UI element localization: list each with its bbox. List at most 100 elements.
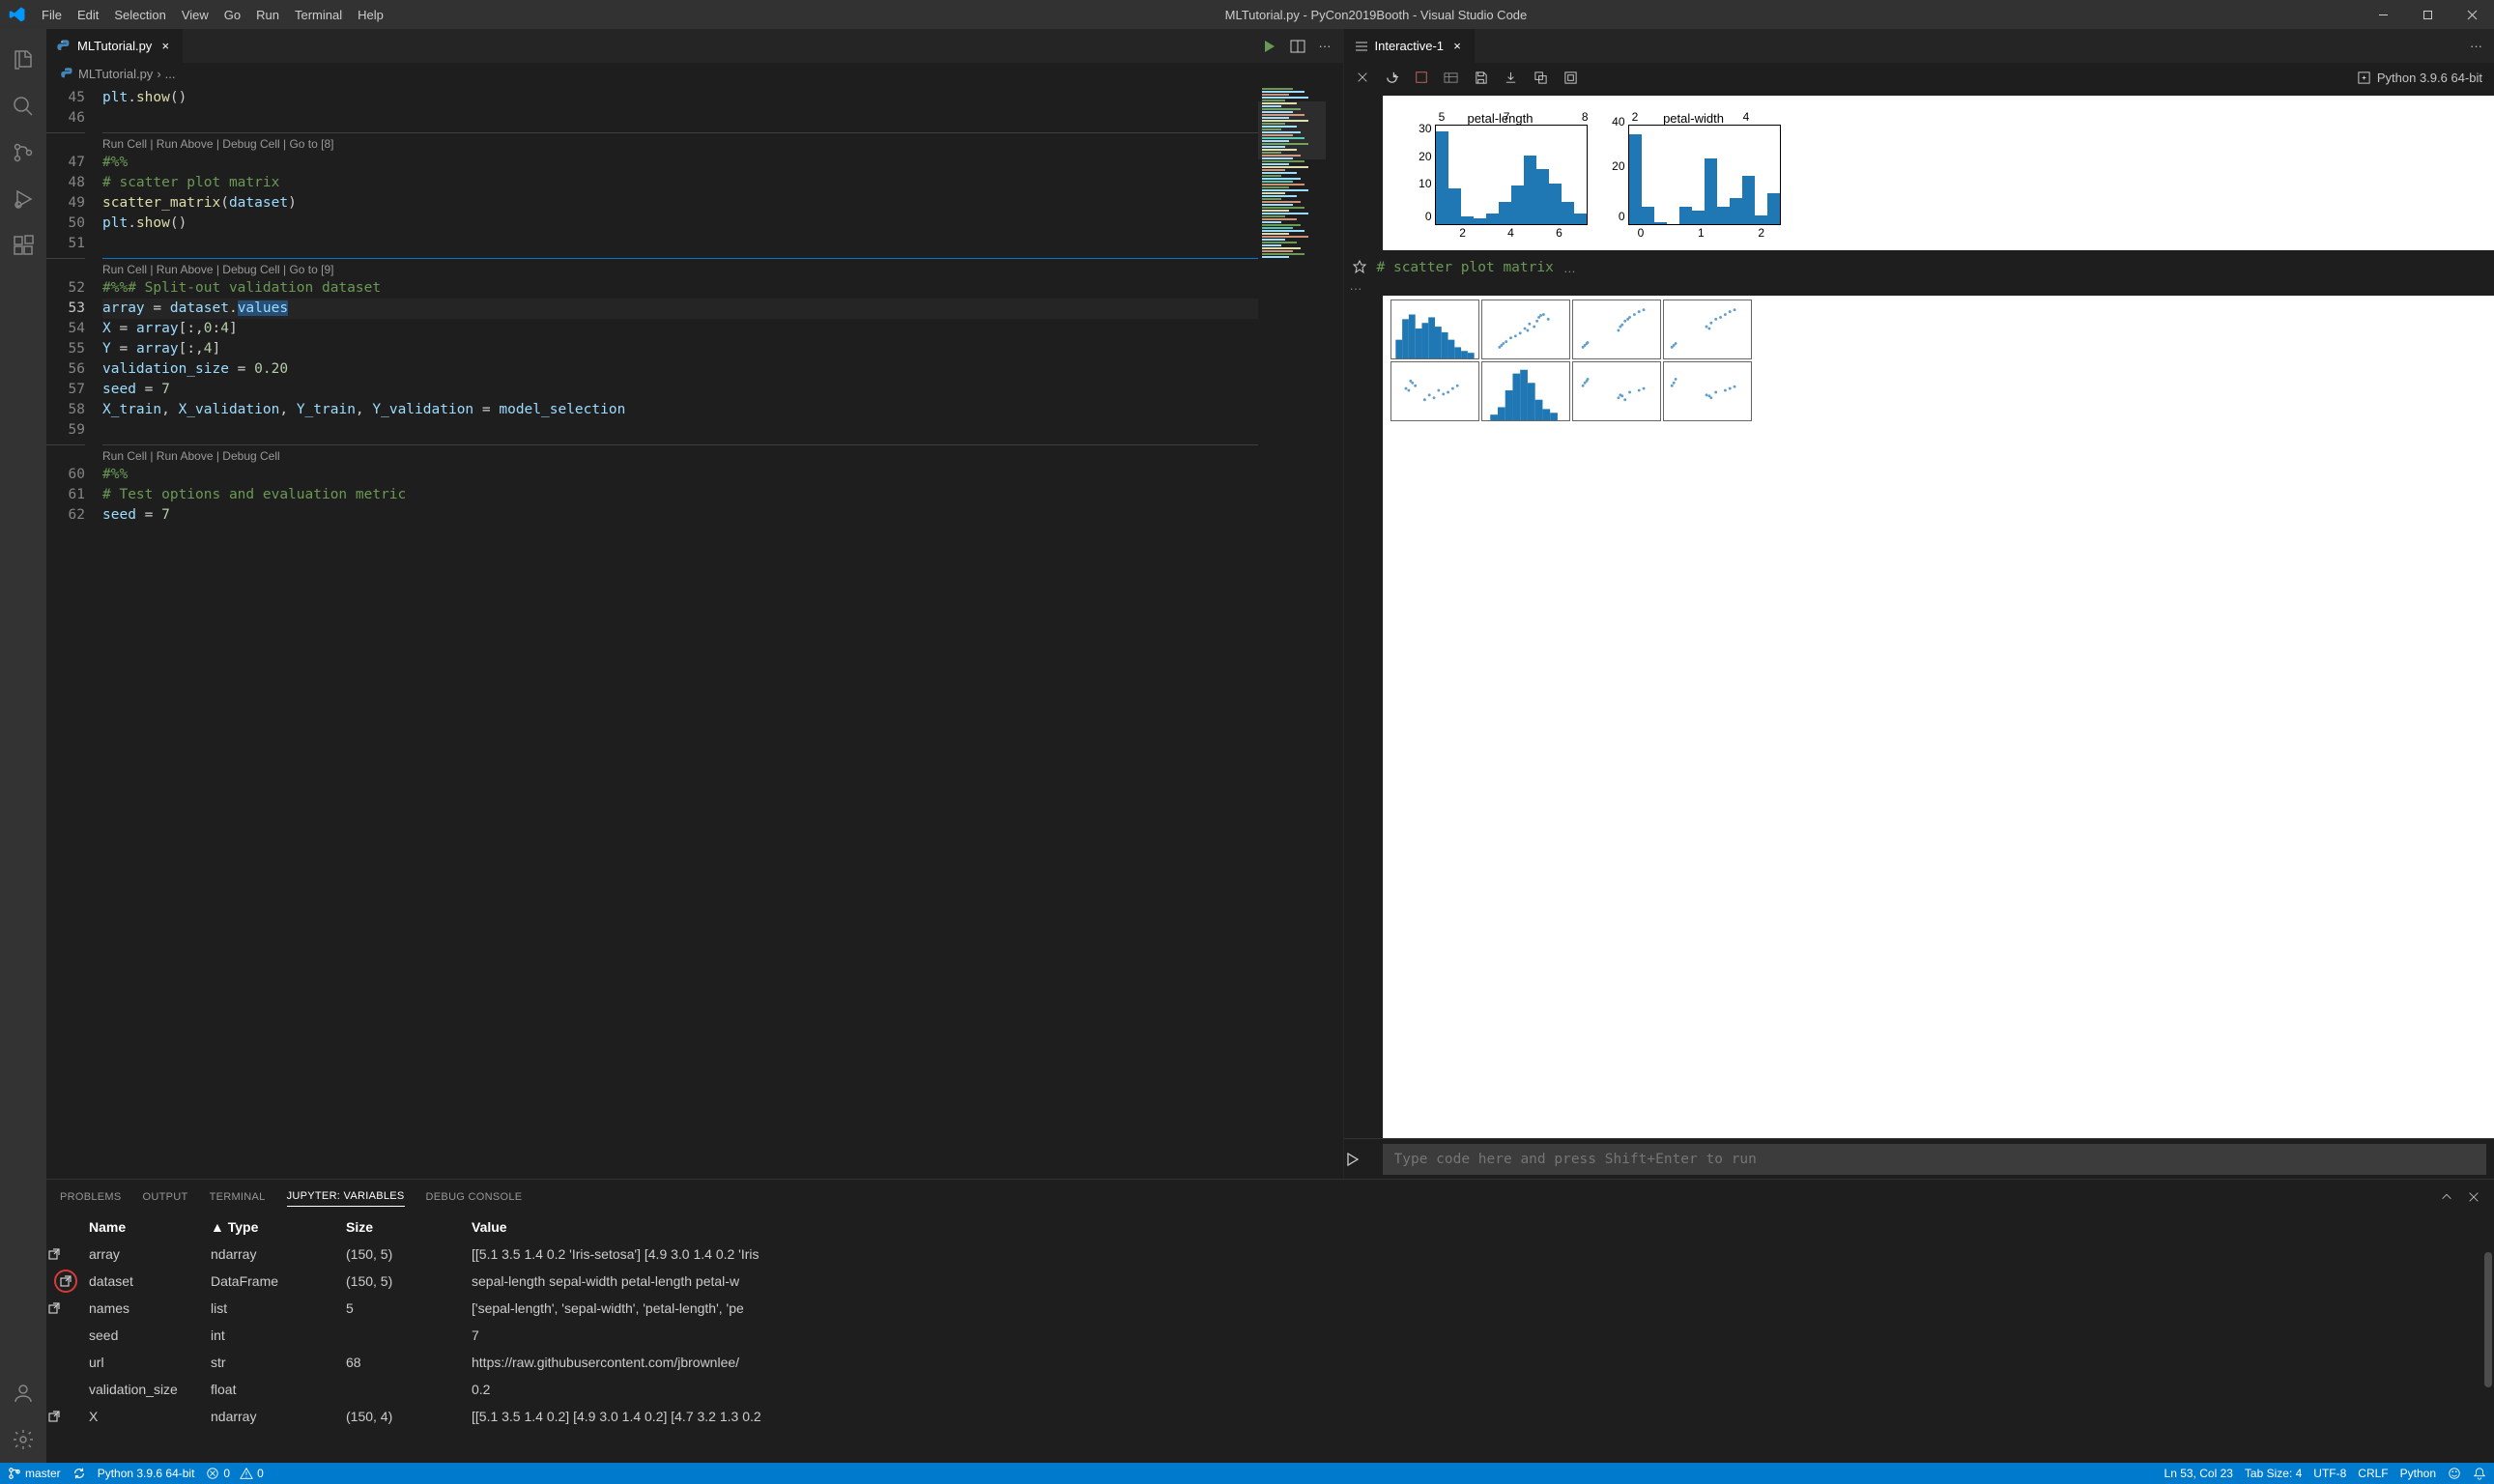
status-encoding[interactable]: UTF-8 [2313,1467,2346,1480]
restart-kernel-icon[interactable] [1385,71,1399,85]
extensions-icon[interactable] [0,222,46,269]
more-actions-icon[interactable]: ··· [1319,39,1332,54]
source-control-icon[interactable] [0,129,46,176]
show-data-viewer-icon[interactable] [46,1409,85,1424]
header-value[interactable]: Value [472,1219,781,1235]
status-eol[interactable]: CRLF [2358,1467,2388,1480]
panel-tab-jupyter-variables[interactable]: JUPYTER: VARIABLES [287,1186,405,1207]
var-name: X [85,1409,211,1424]
bottom-panel: PROBLEMS OUTPUT TERMINAL JUPYTER: VARIAB… [46,1179,2494,1463]
status-python[interactable]: Python 3.9.6 64-bit [98,1467,195,1480]
var-size: (150, 5) [346,1246,472,1262]
run-cell-icon[interactable] [1261,39,1276,54]
show-data-viewer-icon[interactable] [46,1300,85,1316]
accounts-icon[interactable] [0,1370,46,1416]
menu-go[interactable]: Go [216,2,248,28]
tab-mltutorial[interactable]: MLTutorial.py × [46,29,184,63]
tab-interactive[interactable]: Interactive-1 × [1344,29,1476,63]
explorer-icon[interactable] [0,37,46,83]
status-cursor[interactable]: Ln 53, Col 23 [2164,1467,2233,1480]
header-name[interactable]: Name [85,1219,211,1235]
status-sync[interactable] [72,1467,86,1480]
menu-file[interactable]: File [34,2,70,28]
code-content[interactable]: plt.show() Run Cell | Run Above | Debug … [102,84,1258,1179]
menu-run[interactable]: Run [248,2,287,28]
code-editor[interactable]: 45 46 47 48 49 50 51 52 53 54 55 56 [46,84,1343,1179]
menu-bar: File Edit Selection View Go Run Terminal… [34,2,391,28]
status-bell-icon[interactable] [2473,1467,2486,1480]
status-problems[interactable]: 0 0 [206,1467,263,1480]
collapsed-ellipsis[interactable]: ··· [1344,281,2494,296]
split-editor-icon[interactable] [1290,39,1305,54]
search-icon[interactable] [0,83,46,129]
run-input-icon[interactable] [1344,1152,1383,1167]
breadcrumb-more: ... [165,67,176,81]
var-type: str [211,1355,346,1370]
status-lang[interactable]: Python [2400,1467,2436,1480]
var-value: 0.2 [472,1382,781,1397]
var-name: url [85,1355,211,1370]
run-debug-icon[interactable] [0,176,46,222]
panel-tab-problems[interactable]: PROBLEMS [60,1187,122,1207]
breadcrumb[interactable]: MLTutorial.py › ... [46,63,1343,84]
table-row[interactable]: validation_sizefloat0.2 [46,1376,2494,1403]
table-row[interactable]: Xndarray(150, 4)[[5.1 3.5 1.4 0.2] [4.9 … [46,1403,2494,1430]
table-row[interactable]: urlstr68https://raw.githubusercontent.co… [46,1349,2494,1376]
var-name: validation_size [85,1382,211,1397]
status-branch[interactable]: master [8,1467,61,1480]
menu-selection[interactable]: Selection [106,2,173,28]
status-tabsize[interactable]: Tab Size: 4 [2245,1467,2302,1480]
close-icon[interactable]: × [158,39,173,53]
interrupt-kernel-icon[interactable] [1415,71,1428,84]
var-type: DataFrame [211,1273,346,1289]
export-icon[interactable] [1504,71,1518,85]
menu-view[interactable]: View [174,2,216,28]
status-feedback-icon[interactable] [2448,1467,2461,1480]
panel-maximize-icon[interactable] [2440,1190,2453,1204]
maximize-button[interactable] [2405,0,2450,29]
goto-code-icon[interactable] [1352,260,1367,275]
panel-scrollbar[interactable] [2484,1213,2494,1463]
panel-tab-debug-console[interactable]: DEBUG CONSOLE [426,1187,523,1207]
table-row[interactable]: nameslist5['sepal-length', 'sepal-width'… [46,1295,2494,1322]
var-value: https://raw.githubusercontent.com/jbrown… [472,1355,781,1370]
settings-gear-icon[interactable] [0,1416,46,1463]
expand-icon[interactable] [1534,71,1548,85]
minimap[interactable] [1258,84,1343,1179]
window-title: MLTutorial.py - PyCon2019Booth - Visual … [391,8,2361,22]
var-type: ndarray [211,1246,346,1262]
show-data-viewer-icon[interactable] [54,1270,77,1293]
menu-edit[interactable]: Edit [70,2,106,28]
codelens-2[interactable]: Run Cell | Run Above | Debug Cell | Go t… [102,258,1258,278]
table-row[interactable]: arrayndarray(150, 5)[[5.1 3.5 1.4 0.2 'I… [46,1241,2494,1268]
header-type[interactable]: ▲ Type [211,1219,346,1235]
code-input[interactable] [1383,1144,2487,1175]
python-file-icon [60,67,74,81]
tab-label: Interactive-1 [1375,39,1445,53]
close-button[interactable] [2450,0,2494,29]
collapse-icon[interactable] [1563,71,1578,85]
minimize-button[interactable] [2361,0,2405,29]
codelens-1[interactable]: Run Cell | Run Above | Debug Cell | Go t… [102,132,1258,153]
panel-close-icon[interactable] [2467,1190,2480,1204]
panel-tab-terminal[interactable]: TERMINAL [210,1187,266,1207]
variables-icon[interactable] [1444,71,1458,85]
line-gutter: 45 46 47 48 49 50 51 52 53 54 55 56 [46,84,102,1179]
var-size: 68 [346,1355,472,1370]
close-icon[interactable]: × [1449,39,1465,53]
menu-help[interactable]: Help [350,2,391,28]
editor-group-left: MLTutorial.py × ··· [46,29,1344,1179]
save-icon[interactable] [1474,71,1488,85]
kernel-selector[interactable]: Python 3.9.6 64-bit [2357,71,2482,85]
tab-row: MLTutorial.py × ··· [46,29,1343,63]
more-actions-icon[interactable]: ··· [2470,39,2482,53]
var-type: ndarray [211,1409,346,1424]
delete-cell-icon[interactable] [1356,71,1369,84]
codelens-3[interactable]: Run Cell | Run Above | Debug Cell [102,444,1258,465]
table-row[interactable]: seedint7 [46,1322,2494,1349]
panel-tab-output[interactable]: OUTPUT [143,1187,188,1207]
table-row[interactable]: datasetDataFrame(150, 5)sepal-length sep… [46,1268,2494,1295]
show-data-viewer-icon[interactable] [46,1246,85,1262]
header-size[interactable]: Size [346,1219,472,1235]
menu-terminal[interactable]: Terminal [287,2,350,28]
